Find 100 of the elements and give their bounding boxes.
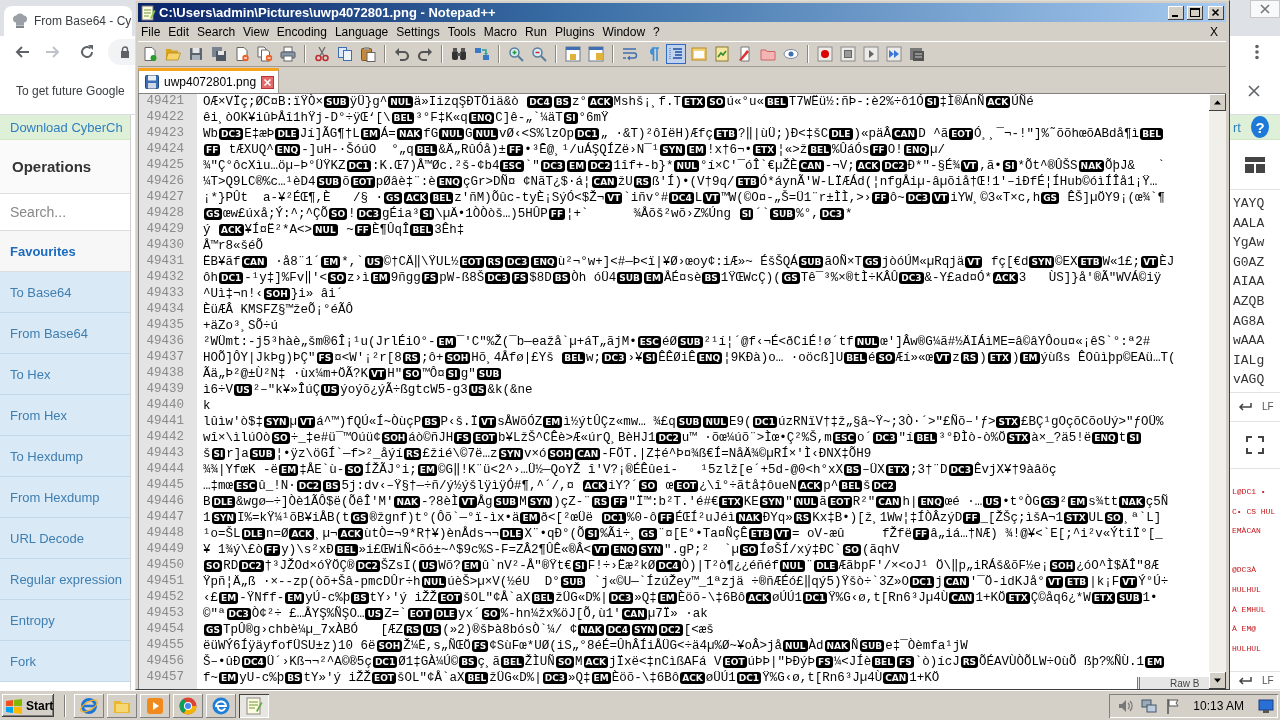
line-number: 49426 (146, 174, 184, 190)
copy-icon[interactable] (335, 44, 355, 64)
menu-item[interactable]: Settings (393, 24, 443, 39)
code-text: ©G‖!K¨ü<2^›…Ü½—QoYŽ î'V?¡®ÉÊûei- ¹5zlž[e´+5d-@0<h°xX (437, 462, 843, 478)
close-icon[interactable] (1248, 85, 1260, 97)
maximize-icon[interactable] (1187, 5, 1203, 20)
scissors-icon[interactable] (312, 44, 332, 64)
code-text: °6mŸ (578, 110, 609, 126)
output-text: HULHUL (1231, 584, 1262, 596)
control-character: CAN (943, 576, 969, 588)
code-text: ¦+` ¾Åõš²wõ›Z%Úng (566, 206, 733, 222)
control-character: DC3 (219, 128, 244, 140)
printer-icon[interactable] (278, 44, 298, 64)
layout-icon[interactable] (1245, 156, 1265, 173)
zoom-in-icon[interactable] (506, 44, 526, 64)
indent-guide-icon[interactable] (666, 44, 686, 64)
code-text: 1+KÖ (975, 590, 1006, 606)
menu-item[interactable]: ? (650, 24, 663, 39)
chart-document-icon[interactable] (712, 44, 732, 64)
code-text: b¥LžŠ^CÊè>Æ«úrQ¸BèHJ1 (497, 430, 656, 446)
clock[interactable]: 10:13 AM (1193, 698, 1244, 713)
code-text: Wõ? (438, 558, 461, 574)
menu-item[interactable]: Edit (165, 24, 193, 39)
menu-item[interactable]: File (138, 24, 164, 39)
stop-icon[interactable] (838, 44, 858, 64)
code-text: œ']Âw®G¼ã#½ÄIÁìME=â©âYÔou¤«¡êS`°:ª2# (880, 334, 1151, 350)
fullscreen-icon[interactable] (1246, 435, 1264, 454)
operation-item[interactable]: To Hexdump (0, 436, 130, 477)
control-character: GS (1041, 192, 1059, 204)
menu-item[interactable]: Language (331, 24, 392, 39)
control-character: DLE (829, 128, 853, 140)
control-character: VT (773, 528, 791, 540)
menu-item[interactable]: Window (599, 24, 649, 39)
control-character: NUL (313, 224, 338, 236)
show-desktop-icon[interactable] (1258, 697, 1274, 714)
operation-item[interactable]: To Hex (0, 354, 130, 395)
close-document-button[interactable]: X (1210, 24, 1218, 39)
operation-item[interactable]: Entropy (0, 600, 130, 641)
vertical-scrollbar[interactable] (1209, 94, 1226, 689)
operation-item[interactable]: From Hexdump (0, 477, 130, 518)
browser-tab[interactable]: From Base64 - Cy (4, 6, 132, 36)
browser-icon (211, 695, 231, 716)
code-text: µ7Ï» ·ak (647, 606, 708, 622)
window-icon[interactable] (563, 44, 583, 64)
reload-icon[interactable] (79, 44, 95, 60)
scroll-up-icon[interactable] (1209, 94, 1226, 111)
menu-item[interactable]: Macro (480, 24, 520, 39)
menu-item[interactable]: Search (194, 24, 239, 39)
operation-item[interactable]: URL Decode (0, 518, 130, 559)
close-icon[interactable] (1208, 5, 1224, 20)
banner-link[interactable]: rt (1233, 119, 1241, 135)
control-character: DC1 (736, 672, 762, 684)
operation-item[interactable]: From Hex (0, 395, 130, 436)
control-character: DC3 (505, 256, 530, 268)
control-character: NUL (793, 496, 819, 508)
code-text: ËB¥ãf (203, 254, 241, 270)
flag-icon[interactable] (1165, 697, 1182, 714)
scroll-down-icon[interactable] (1209, 672, 1226, 689)
category-header[interactable]: Favourites (0, 231, 130, 272)
network-icon[interactable] (1141, 697, 1158, 714)
operation-item[interactable]: Regular expression (0, 559, 130, 600)
menu-item[interactable]: Plugins (552, 24, 598, 39)
zoom-out-icon[interactable] (529, 44, 549, 64)
menu-icon[interactable] (1255, 44, 1259, 60)
taskbar-button[interactable] (74, 693, 104, 718)
close-all-icon[interactable] (255, 44, 275, 64)
operation-item[interactable]: From Base64 (0, 313, 130, 354)
line-number: 49436 (146, 334, 184, 350)
fast-forward-icon[interactable] (884, 44, 904, 64)
code-text: g" (460, 366, 476, 382)
code-text: &wgø—÷]Òè1ÃÔ$ë(ÕêÎ'M' (235, 494, 394, 510)
taskbar-button[interactable] (239, 693, 269, 718)
control-character: SUB (249, 448, 275, 460)
operation-item[interactable]: To Base64 (0, 272, 130, 313)
line-number: 49440 (146, 398, 184, 414)
code-text: ".gP;² `µ (664, 542, 740, 558)
menu-item[interactable]: Run (522, 24, 551, 39)
output-text: HULHUL (1231, 643, 1262, 655)
start-button[interactable]: Start (2, 694, 54, 717)
control-character: ETX (1091, 592, 1115, 604)
minimize-icon[interactable] (1168, 5, 1184, 20)
floppy-disks-icon[interactable] (209, 44, 229, 64)
record-icon[interactable] (815, 44, 835, 64)
control-character: GS (862, 256, 881, 268)
document-tab[interactable]: uwp4072801.png (138, 68, 280, 93)
taskbar-button[interactable] (173, 693, 203, 718)
back-arrow-icon[interactable] (14, 44, 30, 60)
line-number: 49422 (146, 110, 184, 126)
operation-item[interactable]: Fork (0, 641, 130, 682)
menu-item[interactable]: View (240, 24, 272, 39)
code-text: ¨ (805, 558, 814, 574)
window-icon[interactable] (586, 44, 606, 64)
clipboard-icon[interactable] (358, 44, 378, 64)
address-field[interactable] (108, 39, 135, 65)
code-text: ! (348, 206, 356, 222)
play-icon[interactable] (861, 44, 881, 64)
help-button[interactable]: ? (1250, 116, 1269, 138)
menu-item[interactable]: Encoding (273, 24, 330, 39)
control-character: ETX (885, 464, 910, 476)
menu-item[interactable]: Tools (444, 24, 479, 39)
